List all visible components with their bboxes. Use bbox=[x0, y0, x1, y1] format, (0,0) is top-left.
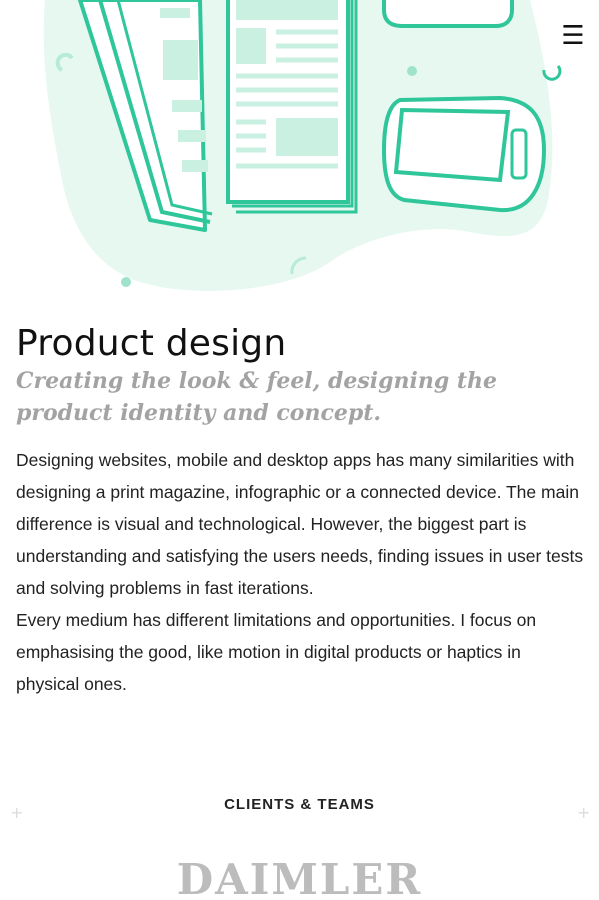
section-title: Product design bbox=[16, 323, 287, 364]
hero-illustration bbox=[0, 0, 599, 300]
section-subtitle: Creating the look & feel, designing the … bbox=[16, 368, 498, 426]
clients-heading: CLIENTS & TEAMS bbox=[224, 796, 375, 813]
plus-icon: + bbox=[577, 803, 591, 822]
hamburger-menu-icon[interactable]: ☰ bbox=[560, 23, 586, 49]
chat-bubble bbox=[382, 0, 514, 28]
magazine-device-illustration bbox=[43, 0, 562, 292]
section-body-text: Designing websites, mobile and desktop a… bbox=[16, 450, 584, 694]
client-logo-daimler: DAIMLER bbox=[176, 855, 423, 900]
